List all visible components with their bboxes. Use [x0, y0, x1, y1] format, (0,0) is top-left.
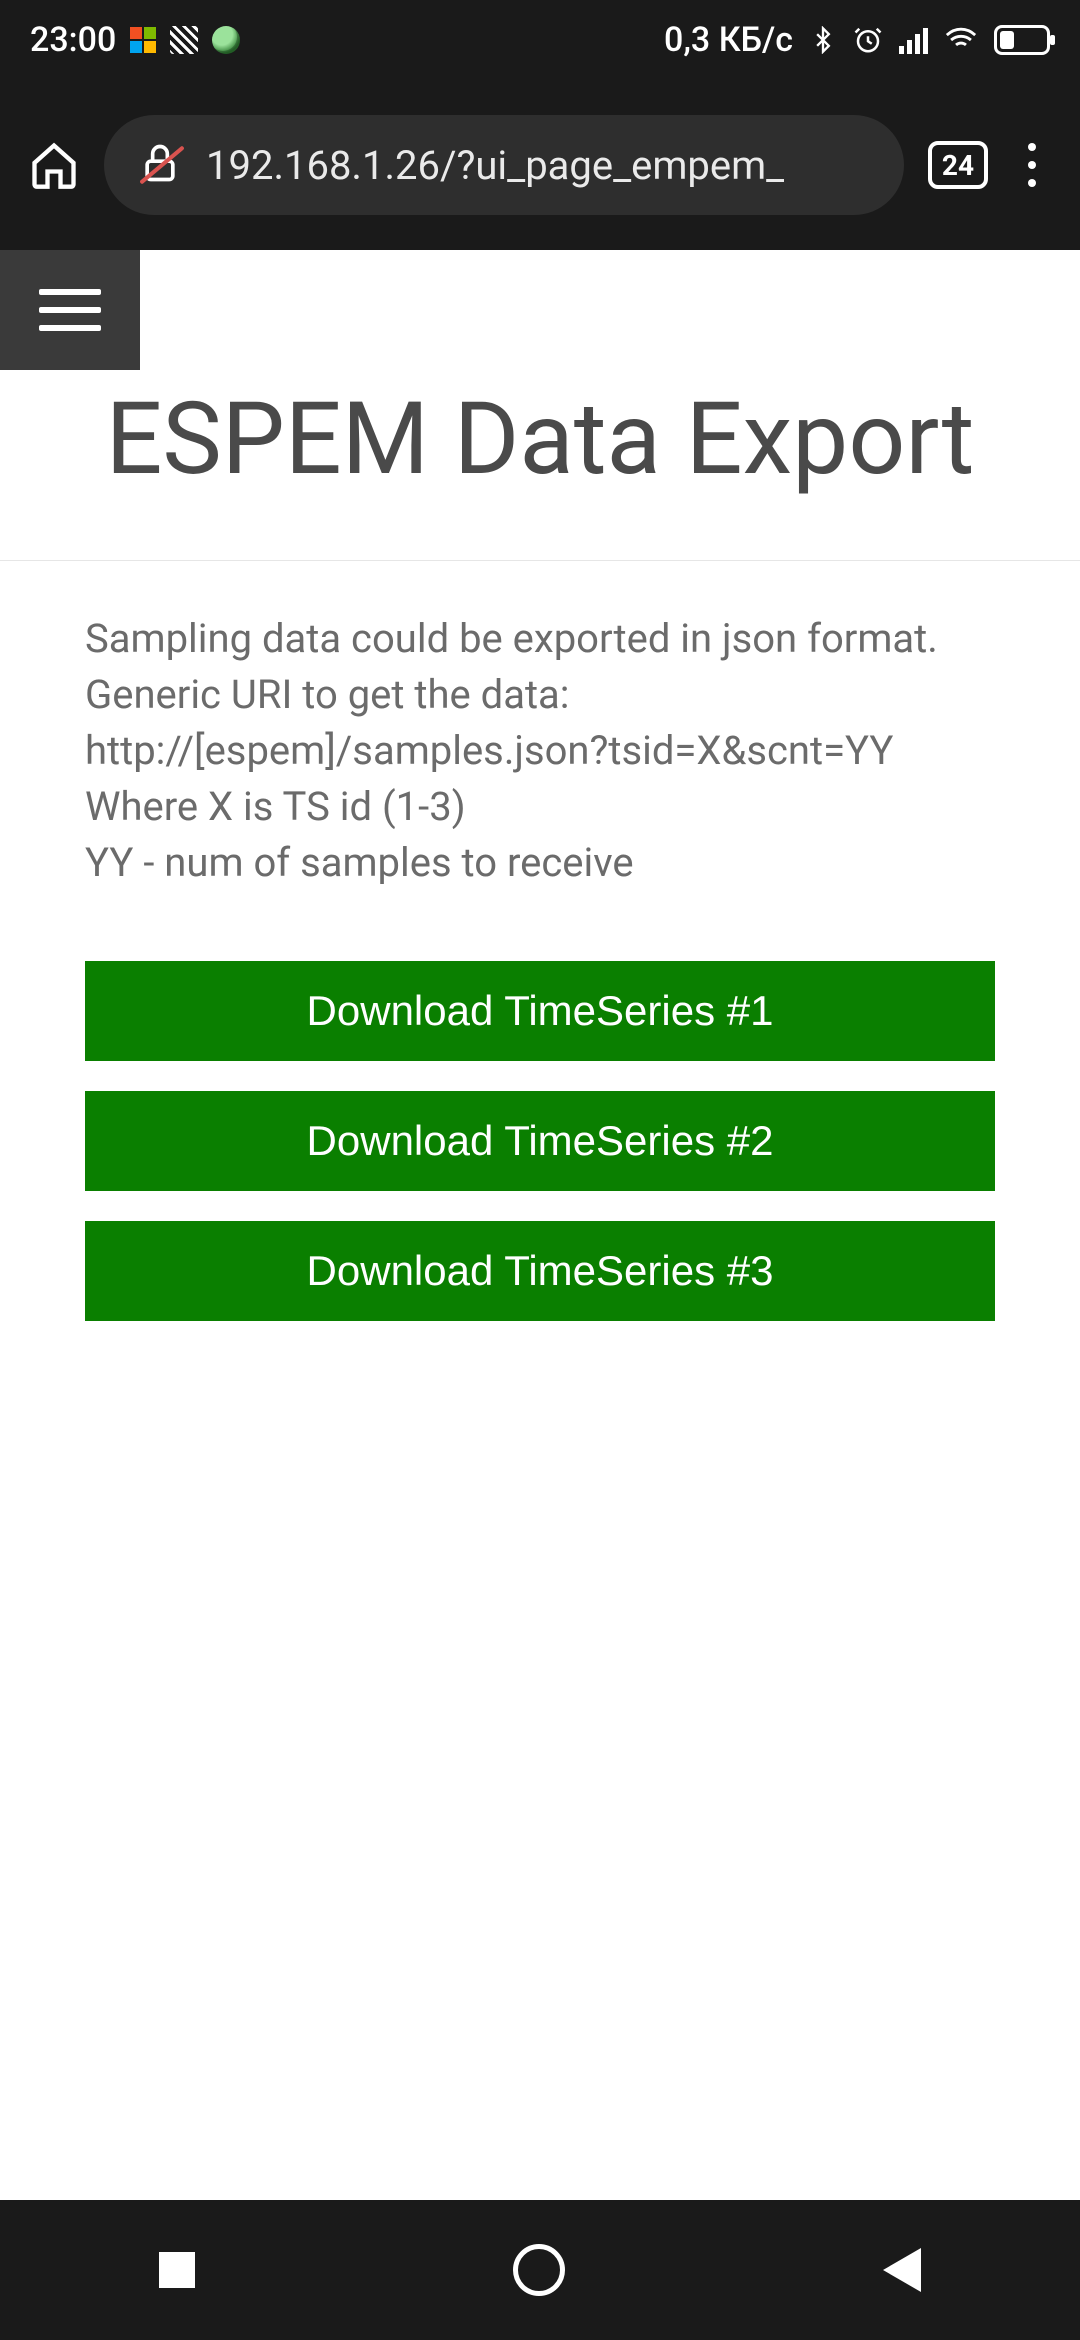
wifi-icon [944, 23, 978, 57]
download-buttons: Download TimeSeries #1 Download TimeSeri… [0, 931, 1080, 1351]
menu-button[interactable] [0, 250, 140, 370]
browser-menu-button[interactable] [1012, 135, 1052, 195]
status-time: 23:00 [30, 20, 116, 60]
battery-icon [994, 25, 1050, 55]
tab-count-value: 24 [942, 149, 974, 182]
signal-icon [899, 26, 928, 54]
download-ts1-button[interactable]: Download TimeSeries #1 [85, 961, 995, 1061]
address-bar[interactable]: 192.168.1.26/?ui_page_empem_ [104, 115, 904, 215]
recents-button[interactable] [159, 2252, 195, 2288]
download-ts2-button[interactable]: Download TimeSeries #2 [85, 1091, 995, 1191]
status-left: 23:00 [30, 20, 240, 60]
bluetooth-icon [809, 26, 837, 54]
home-button[interactable] [28, 139, 80, 191]
app-icon-globe [212, 26, 240, 54]
app-icon-grid [130, 27, 156, 53]
insecure-lock-icon [138, 141, 182, 189]
alarm-icon [853, 25, 883, 55]
url-text: 192.168.1.26/?ui_page_empem_ [206, 142, 784, 189]
download-ts3-button[interactable]: Download TimeSeries #3 [85, 1221, 995, 1321]
page-title: ESPEM Data Export [0, 250, 1080, 561]
browser-toolbar: 192.168.1.26/?ui_page_empem_ 24 [0, 80, 1080, 250]
page-content: ESPEM Data Export Sampling data could be… [0, 250, 1080, 2200]
tab-switcher-button[interactable]: 24 [928, 141, 988, 189]
home-nav-button[interactable] [513, 2244, 565, 2296]
android-nav-bar [0, 2200, 1080, 2340]
status-right: 0,3 КБ/с [664, 20, 1050, 60]
back-button[interactable] [883, 2248, 921, 2292]
status-bar: 23:00 0,3 КБ/с [0, 0, 1080, 80]
app-icon-hatch [170, 26, 198, 54]
network-speed: 0,3 КБ/с [664, 20, 793, 60]
page-description: Sampling data could be exported in json … [0, 561, 1080, 931]
